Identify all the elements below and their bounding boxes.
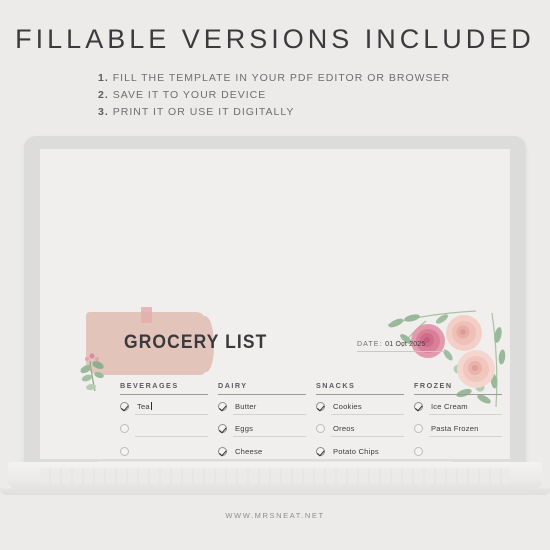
grocery-row: Ice Cream <box>414 395 502 418</box>
grocery-list-sheet: GROCERY LIST DATE: 01 Oct 2025 BEVERAGES… <box>40 149 510 459</box>
footer-url: WWW.MRSNEAT.NET <box>225 511 325 520</box>
checkbox-icon[interactable] <box>120 424 129 434</box>
grocery-item-label: Butter <box>235 401 257 411</box>
grocery-item-label: Potato Chips <box>333 446 379 456</box>
checkbox-checked-icon[interactable] <box>218 424 227 434</box>
grocery-row: Cheese <box>218 440 306 459</box>
checkbox-checked-icon[interactable] <box>316 446 325 456</box>
grocery-row <box>120 418 208 441</box>
grocery-item-label: Eggs <box>235 424 254 434</box>
rose-icon <box>446 315 482 351</box>
grocery-row: Cookies <box>316 395 404 418</box>
grocery-item-input[interactable]: Oreos <box>331 420 404 438</box>
grocery-row: Oreos <box>316 418 404 441</box>
checkbox-icon[interactable] <box>120 446 129 456</box>
grocery-column: SNACKSCookiesOreosPotato ChipsTortilla C… <box>316 381 404 459</box>
grocery-columns: BEVERAGES Tea DAIRY Butter Eggs Cheese SNACKS C… <box>120 381 510 459</box>
grocery-item-label: Cookies <box>333 401 362 411</box>
text-cursor <box>150 401 152 410</box>
grocery-item-input[interactable] <box>135 420 208 438</box>
grocery-item-input[interactable]: Pasta Frozen <box>429 420 502 438</box>
grocery-row: Butter <box>218 395 306 418</box>
washi-tape-icon <box>141 307 152 323</box>
checkbox-checked-icon[interactable] <box>414 401 423 411</box>
column-header: BEVERAGES <box>120 381 208 395</box>
grocery-item-label: Tea <box>137 401 152 411</box>
grocery-item-label: Oreos <box>333 424 355 434</box>
date-value[interactable]: 01 Oct 2025 <box>385 341 425 348</box>
grocery-row: Eggs <box>218 418 306 441</box>
grocery-item-input[interactable]: Cookies <box>331 398 404 415</box>
grocery-row: Tea <box>120 395 208 418</box>
grocery-column: BEVERAGES Tea <box>120 381 208 459</box>
grocery-row: Pasta Frozen <box>414 418 502 441</box>
laptop-keyboard <box>40 468 510 484</box>
checkbox-checked-icon[interactable] <box>120 401 129 411</box>
checkbox-checked-icon[interactable] <box>218 401 227 411</box>
checkbox-icon[interactable] <box>414 424 423 434</box>
column-header: FROZEN <box>414 381 502 395</box>
poster-canvas: FILLABLE VERSIONS INCLUDED 1. FILL THE T… <box>0 0 550 550</box>
grocery-item-input[interactable]: Potato Chips <box>331 443 404 459</box>
checkbox-icon[interactable] <box>316 424 325 434</box>
checkbox-icon[interactable] <box>414 446 423 456</box>
grocery-item-input[interactable]: Ice Cream <box>429 398 502 415</box>
grocery-item-input[interactable]: Eggs <box>233 420 306 438</box>
grocery-item-input[interactable]: Tea <box>135 398 208 415</box>
laptop-foot <box>0 488 550 495</box>
grocery-item-input[interactable]: Cheese <box>233 443 306 459</box>
date-label: DATE: <box>357 341 383 348</box>
grocery-item-input[interactable]: Butter <box>233 398 306 415</box>
grocery-item-input[interactable] <box>429 443 502 459</box>
date-field[interactable]: DATE: 01 Oct 2025 <box>357 341 445 352</box>
column-header: DAIRY <box>218 381 306 395</box>
leaf-sprig-icon <box>80 353 104 392</box>
grocery-column: FROZEN Ice Cream Pasta Frozen <box>414 381 502 459</box>
checkbox-checked-icon[interactable] <box>218 446 227 456</box>
grocery-item-label: Ice Cream <box>431 401 468 411</box>
grocery-item-label: Pasta Frozen <box>431 424 479 434</box>
sheet-title: GROCERY LIST <box>124 332 268 353</box>
grocery-column: DAIRY Butter Eggs Cheese <box>218 381 306 459</box>
grocery-row <box>414 440 502 459</box>
grocery-row: Potato Chips <box>316 440 404 459</box>
column-header: SNACKS <box>316 381 404 395</box>
checkbox-checked-icon[interactable] <box>316 401 325 411</box>
grocery-item-label: Cheese <box>235 446 263 456</box>
grocery-row <box>120 440 208 459</box>
grocery-item-input[interactable] <box>135 443 208 459</box>
